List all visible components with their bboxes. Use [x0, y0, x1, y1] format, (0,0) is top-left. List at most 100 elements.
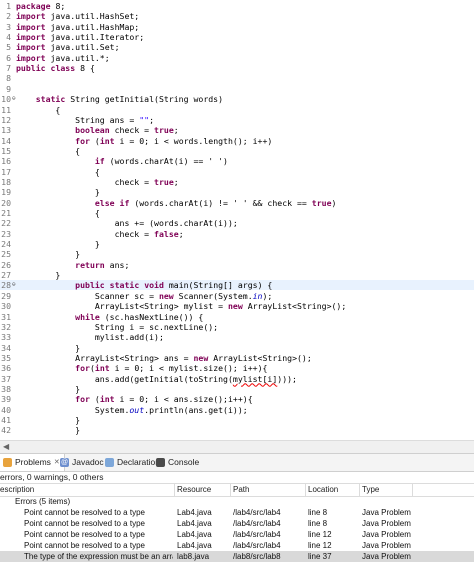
code-line[interactable]: 6 import java.util.*;	[0, 53, 474, 63]
code-line[interactable]: 17 {	[0, 167, 474, 177]
line-number: 12	[1, 114, 11, 125]
problem-row[interactable]: Point cannot be resolved to a type Lab4.j…	[0, 529, 474, 540]
line-number: 41	[1, 415, 11, 425]
code-line[interactable]: 19 }	[0, 187, 474, 197]
line-number: 19	[1, 187, 11, 198]
problem-type: Java Problem	[362, 519, 411, 528]
horizontal-scrollbar[interactable]: ◀	[0, 440, 474, 453]
code-line[interactable]: 1 package 8;	[0, 1, 474, 11]
line-number: 17	[1, 166, 11, 177]
code-line[interactable]: 29 Scanner sc = new Scanner(System.in);	[0, 291, 474, 301]
code-line[interactable]: 10 ⊖ static String getInitial(String word…	[0, 94, 474, 104]
code-text: ArrayList<String> mylist = new ArrayList…	[16, 301, 347, 312]
code-line[interactable]: 2 import java.util.HashSet;	[0, 11, 474, 21]
code-line[interactable]: 41 }	[0, 415, 474, 425]
code-line[interactable]: 30 ArrayList<String> mylist = new ArrayL…	[0, 301, 474, 311]
code-line[interactable]: 21 {	[0, 208, 474, 218]
column-path[interactable]: Path	[233, 484, 249, 496]
code-line[interactable]: 3 import java.util.HashMap;	[0, 22, 474, 32]
code-line[interactable]: 7 public class 8 {	[0, 63, 474, 73]
problem-row[interactable]: Point cannot be resolved to a type Lab4.j…	[0, 518, 474, 529]
line-number: 27	[1, 270, 11, 281]
tab-declaration[interactable]: Declaration	[105, 454, 160, 471]
code-line[interactable]: 11 {	[0, 105, 474, 115]
bottom-panel-tabs: Problems ✕ @ Javadoc Declaration Console	[0, 453, 474, 472]
problem-path: /lab4/src/lab4	[233, 519, 281, 528]
code-text: for (int i = 0; i < words.length(); i++)	[75, 135, 273, 146]
problem-type: Java Problem	[362, 541, 411, 550]
line-number: 24	[1, 239, 11, 250]
code-line[interactable]: 22 ans += (words.charAt(i));	[0, 218, 474, 228]
line-number: 15	[1, 145, 11, 156]
code-line[interactable]: 14 for (int i = 0; i < words.length(); i…	[0, 136, 474, 146]
code-text: public class 8 {	[16, 63, 95, 74]
tab-javadoc[interactable]: @ Javadoc	[60, 454, 104, 471]
column-location[interactable]: Location	[308, 484, 338, 496]
code-line[interactable]: 15 {	[0, 146, 474, 156]
column-resource[interactable]: Resource	[177, 484, 211, 496]
code-line[interactable]: 33 mylist.add(i);	[0, 332, 474, 342]
problem-location: line 8	[308, 508, 328, 517]
problem-description: Point cannot be resolved to a type	[24, 530, 145, 539]
code-line[interactable]: 8	[0, 73, 474, 83]
code-line[interactable]: 28 ⊖ public static void main(String[] arg…	[0, 280, 474, 291]
code-line[interactable]: 24 }	[0, 239, 474, 249]
line-number: 33	[1, 332, 11, 343]
code-line[interactable]: 27 }	[0, 270, 474, 280]
column-description[interactable]: escription	[0, 484, 34, 496]
code-line[interactable]: 25 }	[0, 249, 474, 259]
problems-summary: errors, 0 warnings, 0 others	[0, 472, 104, 482]
code-text: {	[16, 104, 61, 115]
code-line[interactable]: 40 System.out.println(ans.get(i));	[0, 405, 474, 415]
code-line[interactable]: 38 }	[0, 384, 474, 394]
column-type[interactable]: Type	[362, 484, 379, 496]
code-line[interactable]: 5 import java.util.Set;	[0, 42, 474, 52]
line-number: 21	[1, 208, 11, 218]
code-line[interactable]: 26 return ans;	[0, 260, 474, 270]
code-line[interactable]: 32 String i = sc.nextLine();	[0, 322, 474, 332]
problem-row[interactable]: Point cannot be resolved to a type Lab4.j…	[0, 540, 474, 551]
code-text: import java.util.HashSet;	[16, 11, 140, 22]
line-number: 42	[1, 425, 11, 436]
code-line[interactable]: 31 while (sc.hasNextLine()) {	[0, 312, 474, 322]
problem-row[interactable]: The type of the expression must be an ar…	[0, 551, 474, 562]
code-line[interactable]: 13 boolean check = true;	[0, 125, 474, 135]
code-line[interactable]: 12 String ans = "";	[0, 115, 474, 125]
line-number: 6	[6, 52, 11, 63]
errors-group[interactable]: ✕ Errors (5 items)	[0, 496, 474, 507]
code-line[interactable]: 16 if (words.charAt(i) == ' ')	[0, 156, 474, 166]
close-icon[interactable]: ✕	[54, 454, 60, 471]
code-line[interactable]: 42 }	[0, 425, 474, 435]
code-line[interactable]: 39 for (int i = 0; i < ans.size();i++){	[0, 394, 474, 404]
code-line[interactable]: 18 check = true;	[0, 177, 474, 187]
problem-type: Java Problem	[362, 530, 411, 539]
code-text: }	[16, 249, 81, 260]
problem-path: /lab4/src/lab4	[233, 508, 281, 517]
declaration-icon	[105, 458, 114, 467]
code-line[interactable]: 35 ArrayList<String> ans = new ArrayList…	[0, 353, 474, 363]
tab-problems[interactable]: Problems ✕	[0, 454, 65, 471]
code-line[interactable]: 37 ans.add(getInitial(toString(mylist[i]…	[0, 374, 474, 384]
code-text: }	[16, 415, 81, 425]
code-line[interactable]: 23 check = false;	[0, 229, 474, 239]
code-line[interactable]: 4 import java.util.Iterator;	[0, 32, 474, 42]
code-line[interactable]: 20 else if (words.charAt(i) != ' ' && ch…	[0, 198, 474, 208]
tab-problems-label: Problems	[15, 457, 51, 467]
code-line[interactable]: 9	[0, 84, 474, 94]
code-line[interactable]: 34 }	[0, 343, 474, 353]
code-line[interactable]: 36 for(int i = 0; i < mylist.size(); i++…	[0, 363, 474, 373]
problem-row[interactable]: Point cannot be resolved to a type Lab4.j…	[0, 507, 474, 518]
code-text: String i = sc.nextLine();	[16, 321, 219, 332]
line-number: 20	[1, 197, 11, 208]
line-number: 25	[1, 249, 11, 260]
line-number: 36	[1, 363, 11, 374]
console-icon	[156, 458, 165, 467]
tab-console[interactable]: Console	[156, 454, 199, 471]
scroll-left-icon[interactable]: ◀	[3, 442, 9, 451]
line-number: 16	[1, 156, 11, 167]
line-number: 1	[6, 1, 11, 11]
code-editor[interactable]: 1 package 8; 2 import java.util.HashSet; 3 im…	[0, 0, 474, 440]
tab-declaration-label: Declaration	[117, 457, 160, 467]
code-text: while (sc.hasNextLine()) {	[75, 311, 204, 322]
code-text: ans.add(getInitial(toString(mylist[i])))…	[16, 373, 297, 384]
